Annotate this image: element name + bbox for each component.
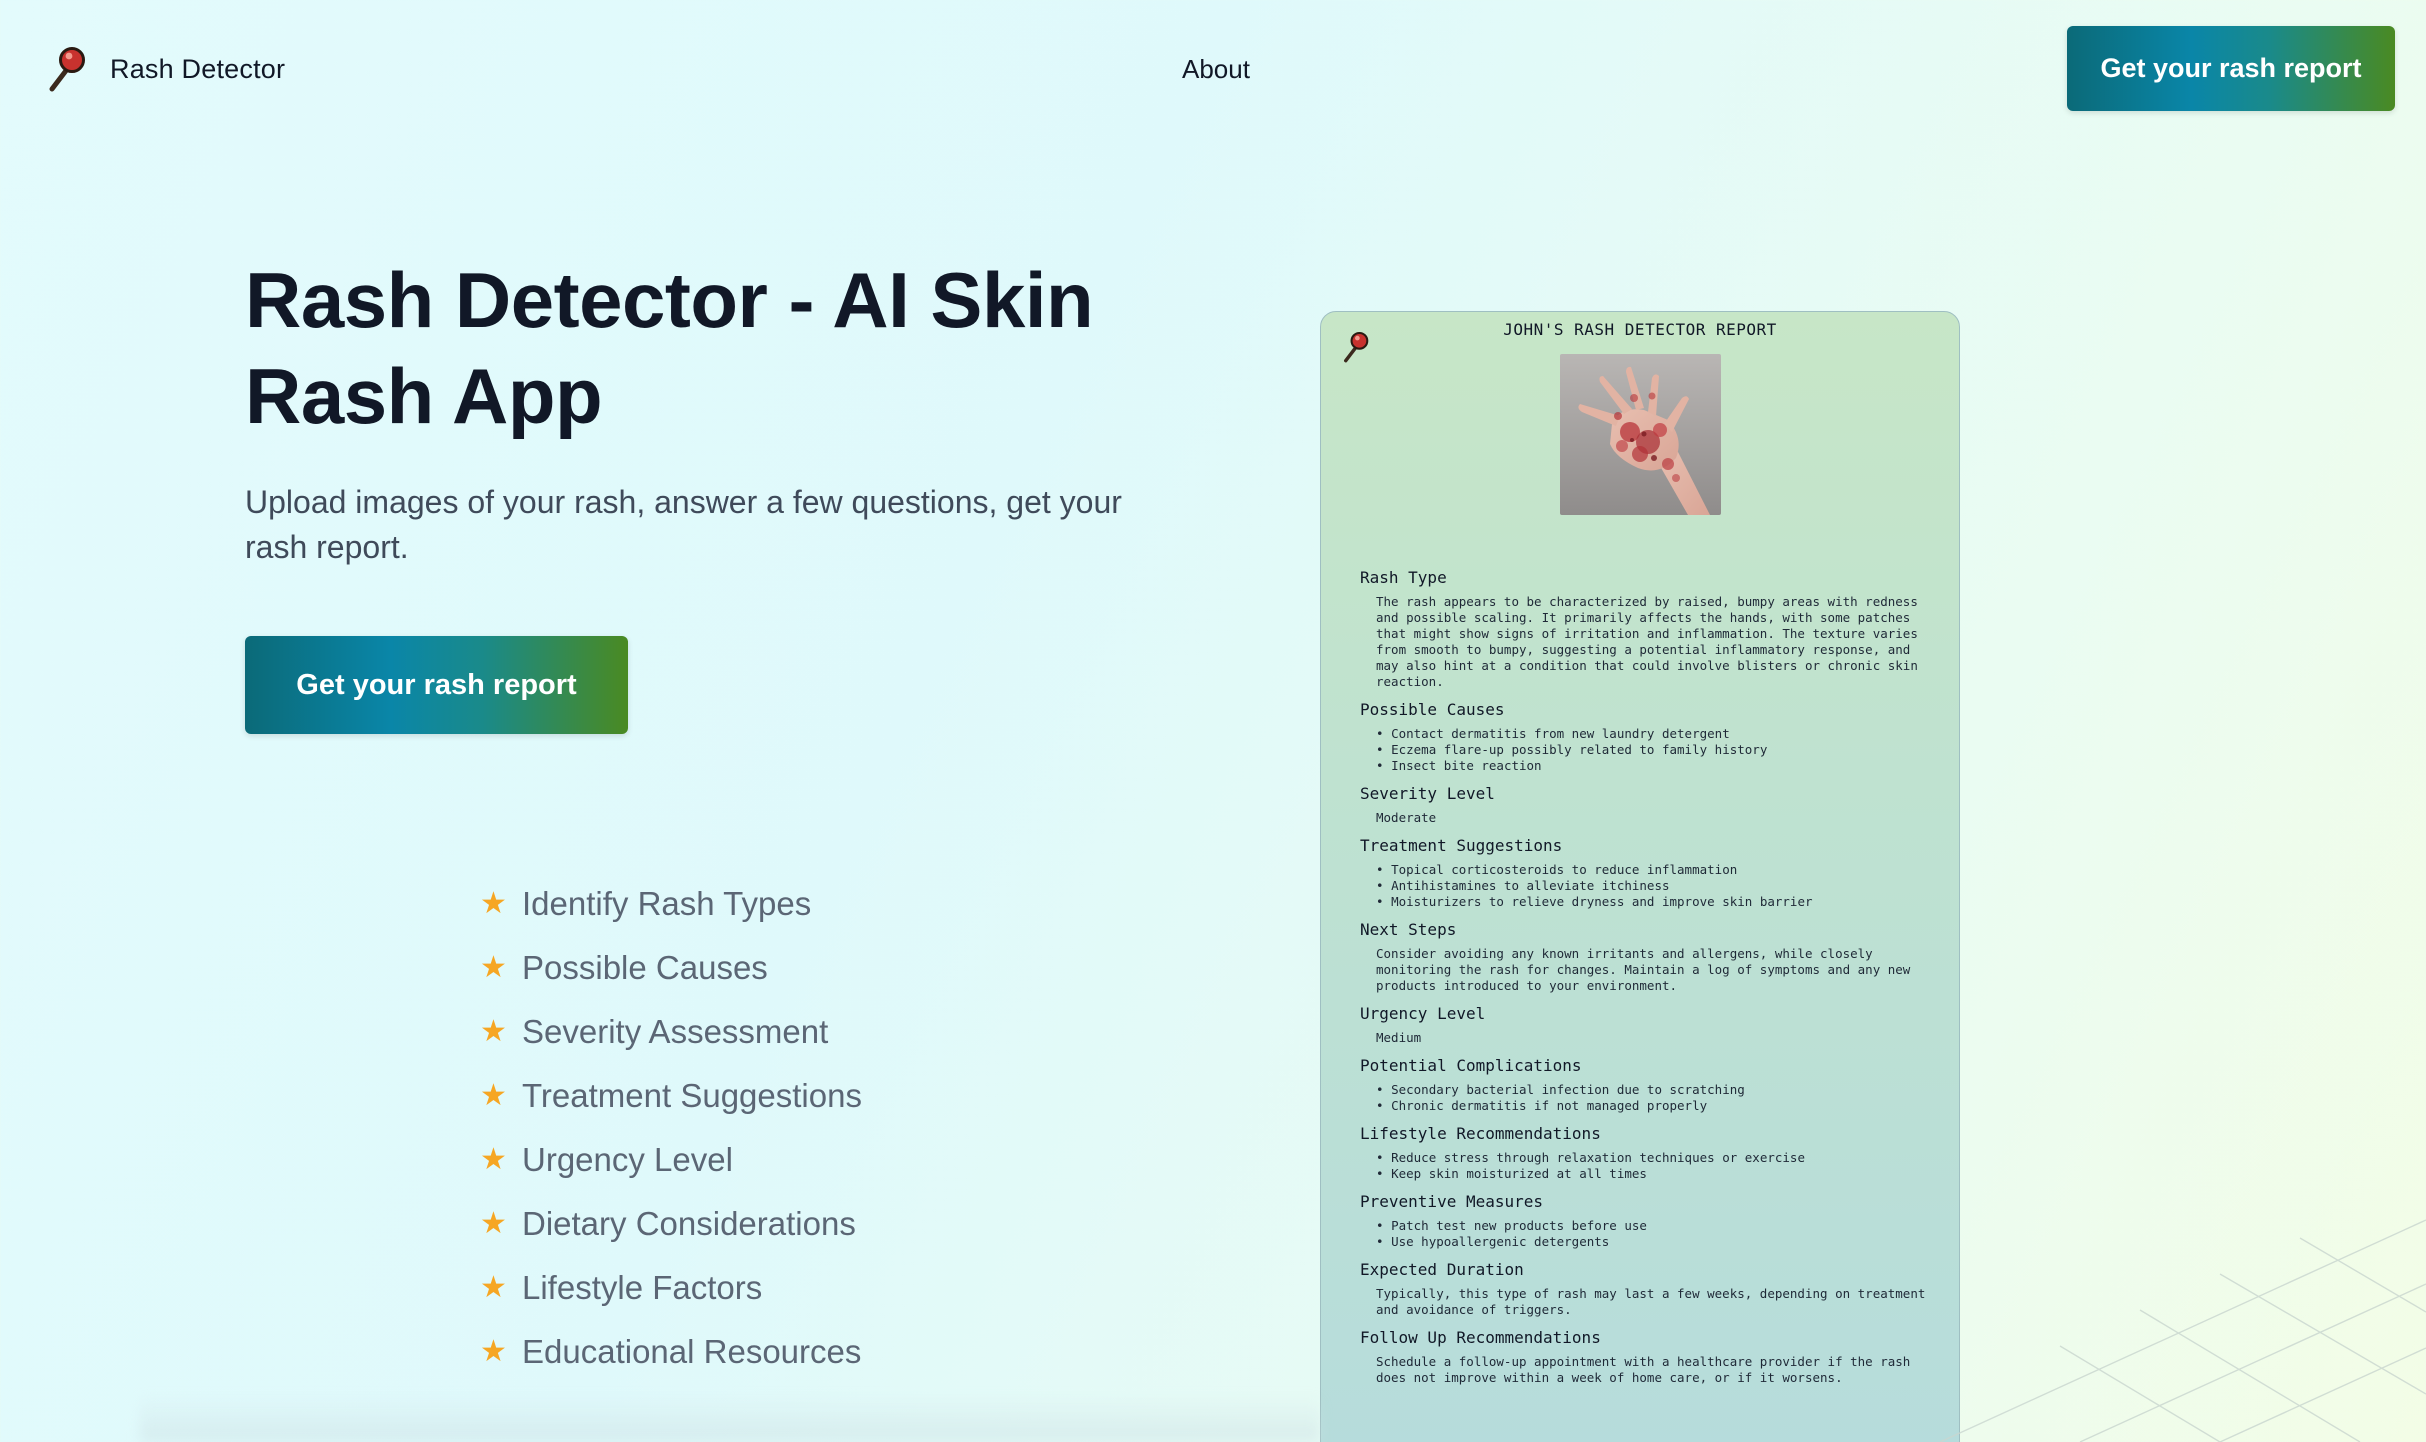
hero-get-report-button[interactable]: Get your rash report bbox=[245, 636, 628, 734]
report-section-rash-type: Rash Type The rash appears to be charact… bbox=[1360, 568, 1930, 690]
feature-label: Lifestyle Factors bbox=[522, 1269, 763, 1306]
feature-item: ★ Dietary Considerations bbox=[480, 1192, 862, 1256]
report-section-preventive-measures: Preventive Measures Patch test new produ… bbox=[1360, 1192, 1930, 1250]
feature-label: Severity Assessment bbox=[522, 1013, 829, 1050]
report-section-text: The rash appears to be characterized by … bbox=[1376, 594, 1918, 689]
rash-photo-image bbox=[1560, 354, 1721, 515]
report-section-heading: Urgency Level bbox=[1360, 1004, 1486, 1023]
bottom-fade-decoration bbox=[140, 1395, 1320, 1442]
star-icon: ★ bbox=[480, 951, 507, 984]
report-section-heading: Next Steps bbox=[1360, 920, 1457, 939]
feature-item: ★ Treatment Suggestions bbox=[480, 1064, 862, 1128]
star-icon: ★ bbox=[480, 1015, 507, 1048]
feature-label: Possible Causes bbox=[522, 949, 768, 986]
report-section-heading: Follow Up Recommendations bbox=[1360, 1328, 1601, 1347]
report-section-severity-level: Severity Level Moderate bbox=[1360, 784, 1930, 826]
feature-label: Identify Rash Types bbox=[522, 885, 812, 922]
star-icon: ★ bbox=[480, 1079, 507, 1112]
report-section-list: Secondary bacterial infection due to scr… bbox=[1360, 1082, 1930, 1114]
star-icon: ★ bbox=[480, 1143, 507, 1176]
report-preview-card: JOHN'S RASH DETECTOR REPORT Rash Type Th… bbox=[1320, 311, 1960, 1442]
report-section-heading: Possible Causes bbox=[1360, 700, 1505, 719]
report-section-heading: Potential Complications bbox=[1360, 1056, 1582, 1075]
report-section-expected-duration: Expected Duration Typically, this type o… bbox=[1360, 1260, 1930, 1318]
report-section-text: Medium bbox=[1376, 1030, 1422, 1045]
report-section-next-steps: Next Steps Consider avoiding any known i… bbox=[1360, 920, 1930, 994]
star-icon: ★ bbox=[480, 1207, 507, 1240]
report-body: Rash Type The rash appears to be charact… bbox=[1360, 568, 1930, 1396]
feature-label: Urgency Level bbox=[522, 1141, 733, 1178]
report-section-heading: Lifestyle Recommendations bbox=[1360, 1124, 1601, 1143]
brand-name: Rash Detector bbox=[110, 53, 286, 84]
report-section-potential-complications: Potential Complications Secondary bacter… bbox=[1360, 1056, 1930, 1114]
report-section-list: Reduce stress through relaxation techniq… bbox=[1360, 1150, 1930, 1182]
report-list-item: Antihistamines to alleviate itchiness bbox=[1376, 878, 1930, 894]
feature-list: ★ Identify Rash Types ★ Possible Causes ★ S… bbox=[480, 872, 862, 1384]
report-section-text: Consider avoiding any known irritants an… bbox=[1376, 946, 1911, 993]
header-get-report-button[interactable]: Get your rash report bbox=[2067, 26, 2395, 111]
star-icon: ★ bbox=[480, 887, 507, 920]
report-section-possible-causes: Possible Causes Contact dermatitis from … bbox=[1360, 700, 1930, 774]
report-section-list: Patch test new products before use Use h… bbox=[1360, 1218, 1930, 1250]
report-section-text: Schedule a follow-up appointment with a … bbox=[1376, 1354, 1911, 1385]
report-list-item: Use hypoallergenic detergents bbox=[1376, 1234, 1930, 1250]
report-section-heading: Severity Level bbox=[1360, 784, 1495, 803]
report-section-follow-up-recommendations: Follow Up Recommendations Schedule a fol… bbox=[1360, 1328, 1930, 1386]
report-section-heading: Preventive Measures bbox=[1360, 1192, 1544, 1211]
feature-item: ★ Possible Causes bbox=[480, 936, 862, 1000]
report-section-text: Moderate bbox=[1376, 810, 1437, 825]
feature-label: Educational Resources bbox=[522, 1333, 862, 1370]
report-list-item: Topical corticosteroids to reduce inflam… bbox=[1376, 862, 1930, 878]
feature-item: ★ Educational Resources bbox=[480, 1320, 862, 1384]
report-list-item: Reduce stress through relaxation techniq… bbox=[1376, 1150, 1930, 1166]
feature-label: Treatment Suggestions bbox=[522, 1077, 862, 1114]
report-list-item: Keep skin moisturized at all times bbox=[1376, 1166, 1930, 1182]
report-list-item: Insect bite reaction bbox=[1376, 758, 1930, 774]
hero-subtitle: Upload images of your rash, answer a few… bbox=[245, 484, 1122, 565]
report-list-item: Eczema flare-up possibly related to fami… bbox=[1376, 742, 1930, 758]
report-section-list: Topical corticosteroids to reduce inflam… bbox=[1360, 862, 1930, 910]
report-section-treatment-suggestions: Treatment Suggestions Topical corticoste… bbox=[1360, 836, 1930, 910]
hero-title: Rash Detector - AI Skin Rash App bbox=[245, 256, 1094, 440]
report-title: JOHN'S RASH DETECTOR REPORT bbox=[1503, 320, 1777, 339]
report-section-list: Contact dermatitis from new laundry dete… bbox=[1360, 726, 1930, 774]
background-grid-decoration bbox=[1940, 1219, 2426, 1442]
report-section-heading: Treatment Suggestions bbox=[1360, 836, 1563, 855]
nav-about-link[interactable]: About bbox=[1182, 54, 1250, 85]
report-list-item: Patch test new products before use bbox=[1376, 1218, 1930, 1234]
report-list-item: Chronic dermatitis if not managed proper… bbox=[1376, 1098, 1930, 1114]
magnifying-glass-icon bbox=[49, 47, 85, 92]
feature-label: Dietary Considerations bbox=[522, 1205, 856, 1242]
report-section-heading: Rash Type bbox=[1360, 568, 1447, 587]
star-icon: ★ bbox=[480, 1335, 507, 1368]
feature-item: ★ Lifestyle Factors bbox=[480, 1256, 862, 1320]
report-list-item: Contact dermatitis from new laundry dete… bbox=[1376, 726, 1930, 742]
feature-item: ★ Severity Assessment bbox=[480, 1000, 862, 1064]
report-section-heading: Expected Duration bbox=[1360, 1260, 1524, 1279]
feature-item: ★ Urgency Level bbox=[480, 1128, 862, 1192]
feature-item: ★ Identify Rash Types bbox=[480, 872, 862, 936]
report-section-text: Typically, this type of rash may last a … bbox=[1376, 1286, 1926, 1317]
report-section-lifestyle-recommendations: Lifestyle Recommendations Reduce stress … bbox=[1360, 1124, 1930, 1182]
report-list-item: Secondary bacterial infection due to scr… bbox=[1376, 1082, 1930, 1098]
report-section-urgency-level: Urgency Level Medium bbox=[1360, 1004, 1930, 1046]
report-list-item: Moisturizers to relieve dryness and impr… bbox=[1376, 894, 1930, 910]
star-icon: ★ bbox=[480, 1271, 507, 1304]
brand-link[interactable]: Rash Detector bbox=[48, 46, 285, 92]
